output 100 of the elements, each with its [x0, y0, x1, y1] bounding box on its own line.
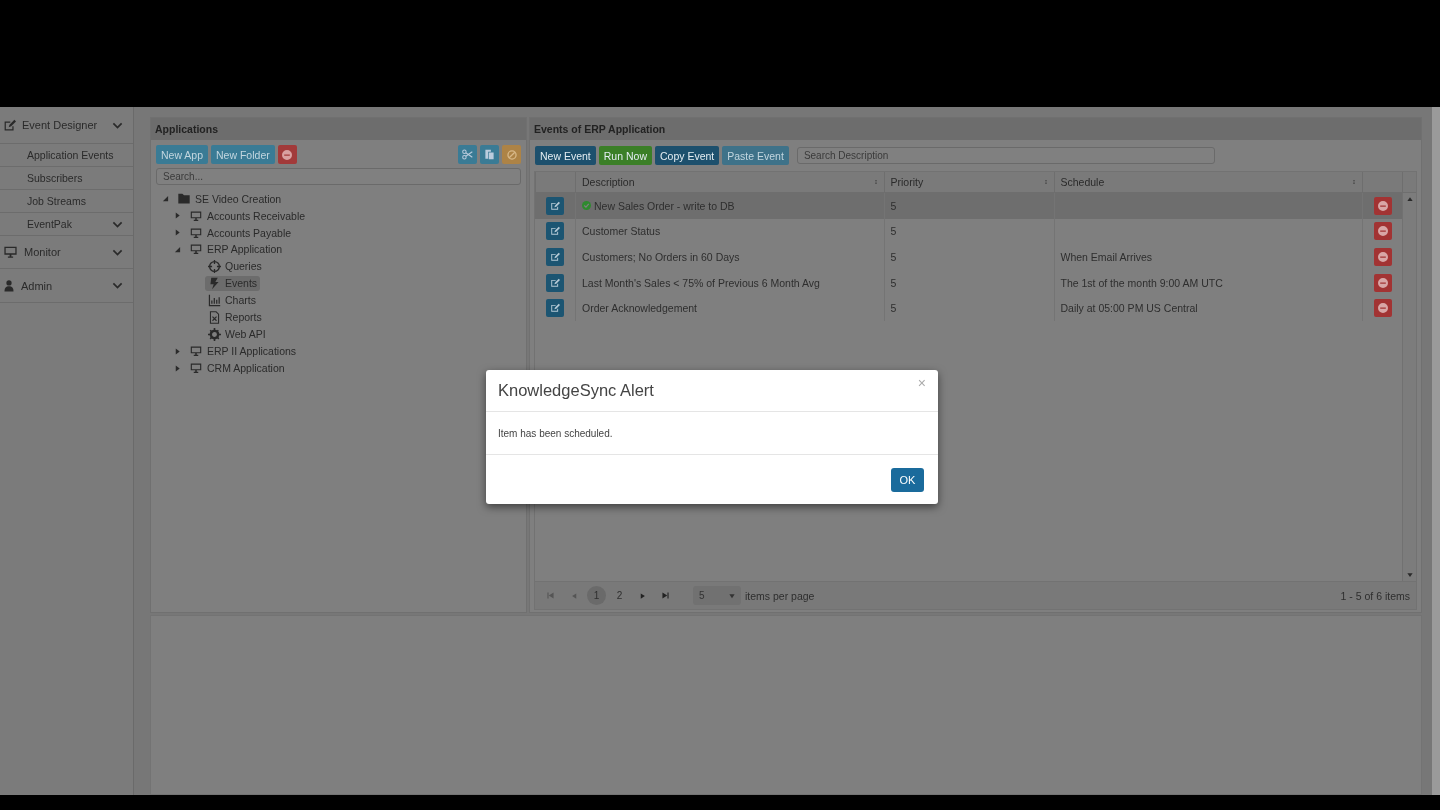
- edit-button[interactable]: [546, 299, 564, 318]
- expand-arrow-icon: [173, 347, 181, 355]
- spreadsheet-file-icon: [208, 310, 221, 324]
- nav-item[interactable]: Job Streams: [0, 190, 133, 213]
- last-page-icon: [662, 592, 669, 599]
- edit-icon: [550, 277, 560, 288]
- ban-icon: [506, 149, 517, 160]
- nav-group[interactable]: Event Designer: [0, 107, 133, 144]
- monitor-icon: [3, 245, 18, 259]
- table-row[interactable]: Customer Status 5: [535, 218, 1402, 245]
- table-row[interactable]: Customers; No Orders in 60 Days 5 When Email Arrives: [535, 244, 1402, 270]
- first-page-icon: [547, 592, 554, 599]
- close-button[interactable]: ×: [917, 375, 926, 391]
- crosshair-icon: [208, 259, 221, 273]
- column-header[interactable]: Priority: [883, 172, 1054, 192]
- table-row[interactable]: Last Month's Sales < 75% of Previous 6 Month Avg 5 The 1st of the month 9:00 AM UTC: [535, 269, 1402, 296]
- edit-icon: [3, 118, 16, 132]
- table-cell: Customers; No Orders in 60 Days: [582, 251, 740, 263]
- tree-item[interactable]: CRM Application: [186, 361, 288, 375]
- table-cell: Last Month's Sales < 75% of Previous 6 Month Avg: [582, 276, 820, 289]
- gear-icon: [208, 327, 221, 341]
- page-button[interactable]: 2: [610, 586, 629, 605]
- delete-button[interactable]: [1373, 222, 1392, 241]
- ok-button[interactable]: OK: [891, 467, 924, 492]
- panel-title: Events of ERP Application: [530, 118, 1421, 140]
- table-cell: 5: [890, 276, 897, 289]
- tree-item[interactable]: Reports: [205, 309, 265, 325]
- edit-button[interactable]: [546, 196, 564, 215]
- next-page-icon: [639, 592, 646, 599]
- delete-button[interactable]: [1373, 248, 1392, 266]
- expand-arrow-icon: [173, 212, 181, 219]
- page-size-dropdown[interactable]: 5: [693, 586, 741, 605]
- toolbar-button[interactable]: Run Now: [598, 146, 652, 165]
- folder-icon: [177, 192, 191, 205]
- table-cell: 5: [890, 225, 897, 238]
- cancel-button[interactable]: [502, 145, 521, 164]
- dialog-title: KnowledgeSync Alert: [498, 381, 654, 400]
- monitor-icon: [189, 362, 203, 374]
- tree-item[interactable]: Queries: [205, 258, 265, 274]
- edit-button[interactable]: [546, 273, 564, 292]
- nav-group[interactable]: Monitor: [0, 236, 133, 269]
- search-field[interactable]: Search...: [156, 168, 521, 185]
- nav-item[interactable]: Subscribers: [0, 167, 133, 190]
- delete-button[interactable]: [1373, 196, 1392, 215]
- search-field[interactable]: Search Description: [796, 147, 1215, 164]
- chevron-down-icon: [112, 280, 123, 291]
- collapse-arrow-icon: [161, 195, 169, 202]
- bar-chart-icon: [208, 293, 221, 307]
- expand-arrow-icon: [173, 229, 181, 236]
- table-cell: Daily at 05:00 PM US Central: [1060, 302, 1198, 315]
- dialog-message: Item has been scheduled.: [498, 427, 613, 439]
- table-cell: New Sales Order - write to DB: [594, 199, 735, 212]
- previous-page-icon: [570, 592, 577, 599]
- delete-button[interactable]: [1373, 299, 1392, 318]
- table-cell: 5: [890, 302, 897, 315]
- nav-group[interactable]: Admin: [0, 269, 133, 303]
- edit-icon: [550, 226, 560, 237]
- scrollbar[interactable]: [1402, 193, 1416, 581]
- table-row[interactable]: New Sales Order - write to DB 5: [535, 193, 1402, 219]
- monitor-icon: [189, 243, 203, 256]
- tree-item[interactable]: Events: [205, 275, 261, 291]
- paste-button[interactable]: [480, 145, 499, 164]
- expand-arrow-icon: [173, 364, 181, 372]
- table-cell: Order Acknowledgement: [582, 302, 697, 315]
- cut-button[interactable]: [458, 145, 477, 164]
- column-header[interactable]: Schedule: [1053, 172, 1362, 192]
- edit-icon: [550, 200, 560, 211]
- scroll-up-icon: [1406, 196, 1413, 202]
- user-icon: [3, 279, 15, 292]
- panel-title: Applications: [151, 118, 526, 140]
- edit-button[interactable]: [546, 248, 564, 266]
- monitor-icon: [189, 345, 203, 357]
- table-row[interactable]: Order Acknowledgement 5 Daily at 05:00 PM US Central: [535, 295, 1402, 321]
- table-cell: The 1st of the month 9:00 AM UTC: [1060, 276, 1223, 289]
- delete-button[interactable]: [277, 145, 297, 164]
- edit-icon: [550, 303, 560, 314]
- tree-item[interactable]: Accounts Payable: [186, 225, 295, 240]
- delete-button[interactable]: [1373, 273, 1392, 292]
- tree-item[interactable]: Charts: [205, 292, 259, 308]
- edit-icon: [550, 252, 560, 262]
- toolbar-button[interactable]: New Event: [535, 146, 596, 165]
- table-cell: When Email Arrives: [1060, 251, 1153, 263]
- tree-item[interactable]: Accounts Receivable: [186, 208, 309, 223]
- page-button[interactable]: 1: [587, 586, 606, 605]
- caret-icon: [729, 592, 735, 599]
- monitor-icon: [189, 209, 203, 222]
- toolbar-button[interactable]: Copy Event: [654, 146, 720, 165]
- tree-item[interactable]: ERP II Applications: [186, 344, 300, 358]
- nav-item[interactable]: EventPak: [0, 213, 133, 236]
- collapse-arrow-icon: [173, 245, 181, 253]
- edit-button[interactable]: [546, 222, 564, 241]
- monitor-icon: [189, 226, 203, 239]
- tree-item[interactable]: SE Video Creation: [174, 191, 285, 206]
- column-header[interactable]: Description: [575, 172, 884, 192]
- clipboard-icon: [484, 149, 495, 160]
- nav-item[interactable]: Application Events: [0, 144, 133, 167]
- items-per-page-label: items per page: [745, 589, 815, 602]
- tree-item[interactable]: Web API: [205, 326, 269, 342]
- table-cell: 5: [890, 199, 897, 212]
- tree-item[interactable]: ERP Application: [186, 242, 286, 257]
